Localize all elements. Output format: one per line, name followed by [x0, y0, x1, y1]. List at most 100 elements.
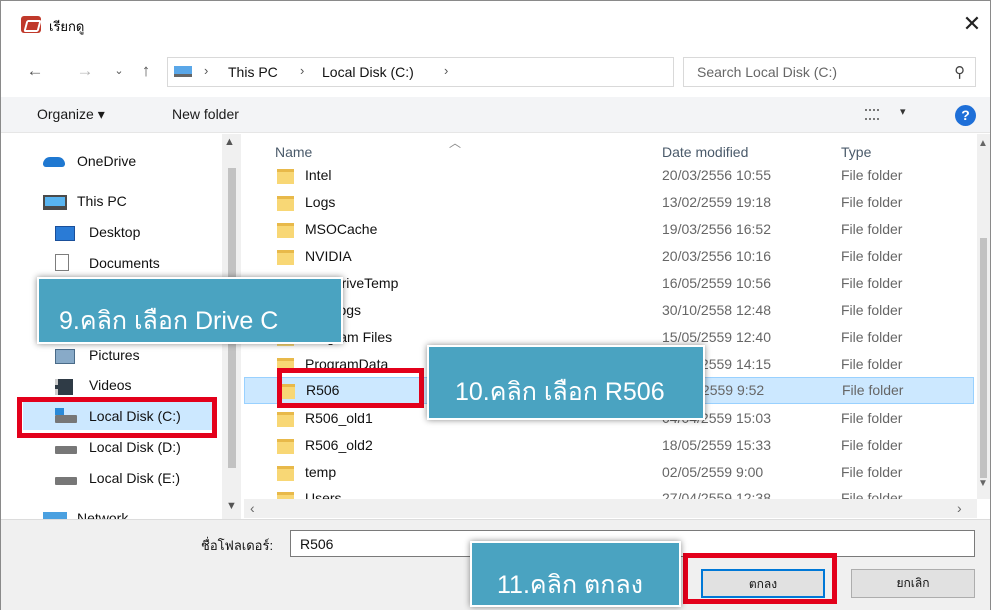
documents-icon: [55, 254, 69, 271]
breadcrumb-local-disk-c[interactable]: Local Disk (C:): [322, 64, 414, 80]
desktop-icon: [55, 226, 75, 241]
nav-item-label: Network: [77, 510, 129, 519]
file-type: File folder: [841, 275, 903, 291]
nav-item-pictures[interactable]: Pictures: [55, 341, 215, 369]
highlight-r506: [277, 368, 424, 408]
forward-arrow-icon[interactable]: →: [75, 59, 95, 83]
title-bar: เรียกดู ✕: [1, 1, 990, 43]
file-row-logs[interactable]: Logs 13/02/2559 19:18 File folder: [244, 190, 974, 217]
file-list: Name ︿ Date modified Type Intel 20/03/25…: [244, 134, 990, 499]
breadcrumb-separator[interactable]: ›: [444, 63, 448, 78]
nav-item-this-pc[interactable]: This PC: [43, 187, 213, 215]
column-header-name[interactable]: Name: [275, 144, 312, 160]
file-date: 27/04/2559 12:38: [662, 490, 771, 499]
nav-item-desktop[interactable]: Desktop: [55, 218, 215, 246]
nav-item-onedrive[interactable]: OneDrive: [43, 147, 213, 175]
file-name: temp: [305, 464, 337, 480]
recent-locations-icon[interactable]: ⌄: [112, 59, 126, 83]
app-icon: [21, 16, 41, 33]
drive-icon: [55, 446, 77, 454]
folder-icon: [277, 439, 294, 454]
folder-icon: [277, 196, 294, 211]
pictures-icon: [55, 349, 75, 364]
file-row-r506-old2[interactable]: R506_old2 18/05/2559 15:33 File folder: [244, 433, 974, 460]
network-icon: [43, 512, 67, 519]
file-type: File folder: [842, 382, 904, 398]
scroll-up-icon[interactable]: ▲: [978, 138, 988, 149]
file-row-onedrivetemp[interactable]: OneDriveTemp 16/05/2559 10:56 File folde…: [244, 271, 974, 298]
folder-icon: [277, 492, 294, 499]
search-icon[interactable]: ⚲: [954, 63, 965, 81]
close-button[interactable]: ✕: [956, 9, 988, 39]
organize-button[interactable]: Organize ▾: [37, 106, 105, 123]
folder-icon: [277, 412, 294, 427]
up-arrow-icon[interactable]: ↑: [134, 59, 158, 83]
breadcrumb-separator[interactable]: ›: [300, 63, 304, 78]
scroll-right-icon[interactable]: ›: [957, 500, 962, 516]
file-date: 16/05/2559 10:56: [662, 275, 771, 291]
file-list-scrollbar[interactable]: ▲ ▼: [977, 134, 990, 499]
column-header-type[interactable]: Type: [841, 144, 871, 160]
address-bar[interactable]: › This PC › Local Disk (C:) › ⌄ ↻: [167, 57, 824, 87]
scroll-down-icon[interactable]: ▼: [978, 478, 988, 489]
file-type: File folder: [841, 329, 903, 345]
folder-name-label: ชื่อโฟลเดอร์:: [201, 538, 274, 553]
nav-item-label: Pictures: [89, 347, 140, 363]
pc-icon: [174, 66, 192, 77]
search-input[interactable]: Search Local Disk (C:) ⚲: [683, 57, 976, 87]
nav-item-videos[interactable]: Videos: [55, 371, 215, 399]
file-name: Users: [305, 490, 342, 499]
file-row-perflogs[interactable]: PerfLogs 30/10/2558 12:48 File folder: [244, 298, 974, 325]
pc-icon: [43, 195, 67, 210]
cancel-button[interactable]: ยกเลิก: [851, 569, 975, 598]
file-name: Intel: [305, 167, 332, 183]
file-type: File folder: [841, 356, 903, 372]
address-row: ← → ⌄ ↑ › This PC › Local Disk (C:) › ⌄ …: [1, 49, 990, 93]
file-row-msocache[interactable]: MSOCache 19/03/2556 16:52 File folder: [244, 217, 974, 244]
step-10-callout: 10.คลิก เลือก R506: [427, 345, 705, 420]
scroll-down-icon[interactable]: ▼: [226, 500, 237, 512]
file-type: File folder: [841, 490, 903, 499]
file-type: File folder: [841, 437, 903, 453]
nav-item-local-disk-e[interactable]: Local Disk (E:): [55, 464, 215, 492]
column-header-date-modified[interactable]: Date modified: [662, 144, 748, 160]
nav-item-documents[interactable]: Documents: [55, 249, 215, 277]
scroll-up-icon[interactable]: ▲: [224, 136, 235, 148]
nav-item-label: OneDrive: [77, 153, 137, 169]
file-type: File folder: [841, 302, 903, 318]
file-type: File folder: [841, 221, 903, 237]
view-dropdown-icon[interactable]: ▾: [900, 105, 906, 118]
view-options-icon[interactable]: [865, 109, 879, 120]
file-date: 30/10/2558 12:48: [662, 302, 771, 318]
file-name: R506_old2: [305, 437, 373, 453]
file-row-intel[interactable]: Intel 20/03/2556 10:55 File folder: [244, 163, 974, 190]
file-date: 15/05/2559 12:40: [662, 329, 771, 345]
folder-icon: [277, 250, 294, 265]
file-type: File folder: [841, 194, 903, 210]
onedrive-icon: [43, 157, 65, 167]
breadcrumb-this-pc[interactable]: This PC: [228, 64, 278, 80]
file-name: MSOCache: [305, 221, 378, 237]
horizontal-scrollbar[interactable]: ‹ ›: [244, 499, 977, 518]
sort-ascending-icon: ︿: [449, 136, 462, 150]
back-arrow-icon[interactable]: ←: [23, 59, 47, 83]
file-date: 20/03/2556 10:16: [662, 248, 771, 264]
help-icon[interactable]: ?: [955, 105, 976, 126]
nav-item-label: Videos: [89, 377, 132, 393]
file-row-temp[interactable]: temp 02/05/2559 9:00 File folder: [244, 460, 974, 487]
file-row-users[interactable]: Users 27/04/2559 12:38 File folder: [244, 486, 974, 499]
file-date: 18/05/2559 15:33: [662, 437, 771, 453]
folder-icon: [277, 223, 294, 238]
file-row-nvidia[interactable]: NVIDIA 20/03/2556 10:16 File folder: [244, 244, 974, 271]
file-name: NVIDIA: [305, 248, 352, 264]
file-type: File folder: [841, 167, 903, 183]
nav-item-network[interactable]: Network: [43, 504, 213, 519]
breadcrumb-separator[interactable]: ›: [204, 63, 208, 78]
scroll-left-icon[interactable]: ‹: [250, 500, 255, 516]
videos-icon: [55, 379, 73, 395]
scrollbar-thumb[interactable]: [980, 238, 987, 478]
file-date: 13/02/2559 19:18: [662, 194, 771, 210]
nav-item-label: This PC: [77, 193, 127, 209]
new-folder-button[interactable]: New folder: [172, 106, 239, 122]
nav-item-label: Documents: [89, 255, 160, 271]
